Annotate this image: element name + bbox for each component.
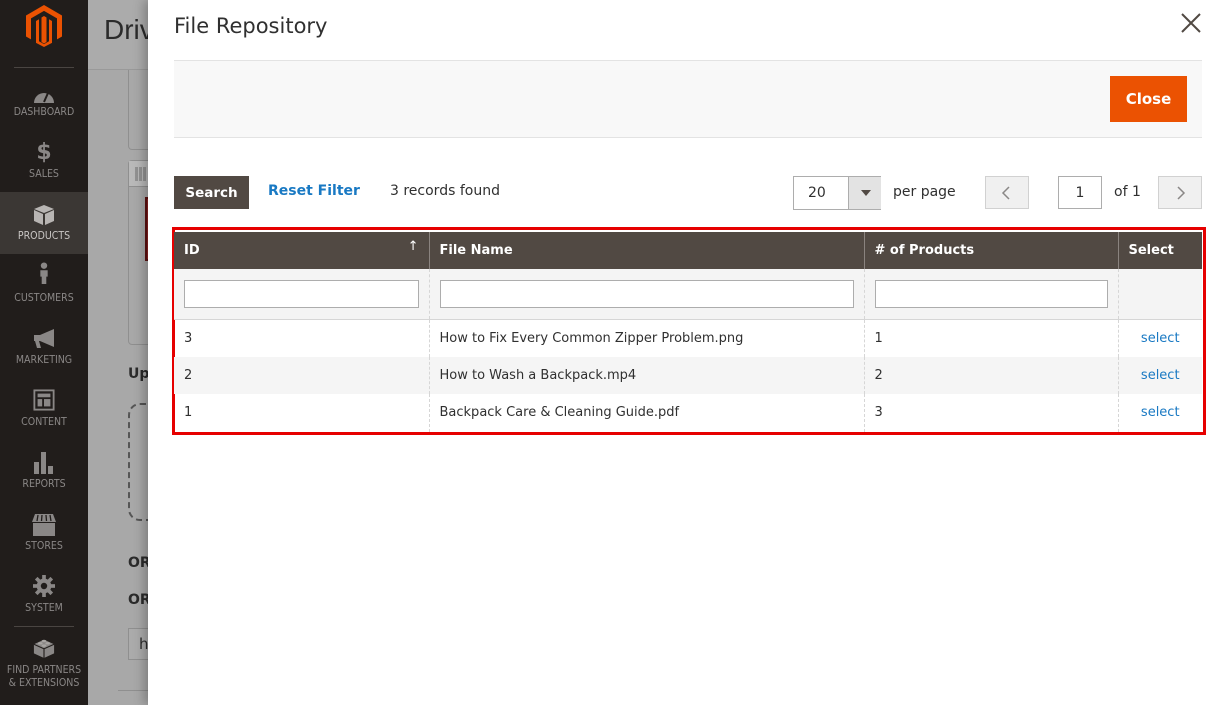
- sidebar-item-system[interactable]: SYSTEM: [0, 570, 88, 632]
- dashboard-gauge-icon: [34, 92, 54, 103]
- sidebar-item-reports[interactable]: REPORTS: [0, 446, 88, 508]
- grid-header-row: ID ↑ File Name # of Products Select: [174, 232, 1202, 269]
- sidebar-item-marketing[interactable]: MARKETING: [0, 322, 88, 384]
- per-page-select[interactable]: 20: [793, 176, 881, 210]
- products-filter-input[interactable]: [874, 279, 1108, 308]
- magento-logo[interactable]: [26, 5, 62, 47]
- sidebar-divider: [14, 626, 74, 627]
- sidebar-item-stores[interactable]: STORES: [0, 508, 88, 570]
- sidebar-item-label: DASHBOARD: [13, 106, 75, 118]
- file-name-filter-input[interactable]: [439, 279, 854, 308]
- close-icon[interactable]: [1178, 10, 1204, 36]
- column-header-products[interactable]: # of Products: [863, 232, 1118, 269]
- file-grid: ID ↑ File Name # of Products Select 3 How…: [174, 232, 1202, 432]
- select-link[interactable]: select: [1141, 405, 1180, 420]
- person-icon: [40, 262, 48, 284]
- cell-file-name: How to Wash a Backpack.mp4: [428, 356, 864, 394]
- sidebar-item-label: CONTENT: [21, 416, 67, 428]
- chevron-down-icon[interactable]: [848, 177, 881, 209]
- table-row[interactable]: 3 How to Fix Every Common Zipper Problem…: [174, 319, 1202, 357]
- select-link[interactable]: select: [1141, 368, 1180, 383]
- layout-icon: [33, 389, 55, 411]
- column-header-id[interactable]: ID ↑: [174, 232, 429, 269]
- chevron-right-icon: [1177, 186, 1186, 200]
- bar-chart-icon: [34, 452, 53, 474]
- megaphone-icon: [34, 329, 54, 348]
- modal-title: File Repository: [174, 14, 328, 38]
- file-repository-modal: File Repository Close Search Reset Filte…: [148, 0, 1208, 705]
- table-row[interactable]: 2 How to Wash a Backpack.mp4 2 select: [174, 356, 1202, 394]
- sidebar-item-label: MARKETING: [15, 354, 73, 366]
- lego-brick-icon: [33, 639, 55, 658]
- close-button[interactable]: Close: [1110, 76, 1187, 122]
- cell-products: 3: [863, 394, 1118, 432]
- sidebar-item-label: SALES: [29, 168, 59, 180]
- search-button[interactable]: Search: [174, 176, 249, 209]
- gear-icon: [33, 575, 55, 597]
- box-icon: [34, 205, 54, 225]
- reset-filter-link[interactable]: Reset Filter: [268, 183, 360, 199]
- sidebar-item-label: FIND PARTNERS: [6, 664, 82, 676]
- sort-ascending-icon: ↑: [407, 239, 419, 254]
- table-row[interactable]: 1 Backpack Care & Cleaning Guide.pdf 3 s…: [174, 394, 1202, 432]
- id-filter-input[interactable]: [184, 279, 419, 308]
- total-pages-label: of 1: [1114, 184, 1141, 200]
- cell-products: 1: [863, 319, 1118, 357]
- sidebar-item-content[interactable]: CONTENT: [0, 384, 88, 446]
- empty-filter-cell: [1117, 269, 1202, 320]
- sidebar-item-find-partners[interactable]: FIND PARTNERS & EXTENSIONS: [0, 634, 88, 705]
- sidebar-item-label: REPORTS: [22, 478, 66, 490]
- sidebar-item-products[interactable]: PRODUCTS: [0, 192, 88, 254]
- cell-file-name: Backpack Care & Cleaning Guide.pdf: [428, 394, 864, 432]
- cell-products: 2: [863, 356, 1118, 394]
- column-header-file-name[interactable]: File Name: [428, 232, 864, 269]
- records-found-count: 3 records found: [390, 183, 500, 199]
- next-page-button[interactable]: [1158, 176, 1202, 209]
- sidebar-item-label: STORES: [25, 540, 63, 552]
- storefront-icon: [32, 514, 56, 536]
- grid-icon: [135, 167, 147, 181]
- current-page-input[interactable]: [1058, 176, 1102, 209]
- sidebar-item-label: & EXTENSIONS: [8, 677, 80, 689]
- sidebar-item-dashboard[interactable]: DASHBOARD: [0, 80, 88, 142]
- background-upload-label: Up: [128, 366, 150, 382]
- cell-id: 2: [174, 356, 429, 394]
- select-link[interactable]: select: [1141, 331, 1180, 346]
- sidebar-item-label: PRODUCTS: [17, 230, 71, 242]
- logo-divider: [14, 67, 74, 68]
- admin-sidebar: DASHBOARD $ SALES PRODUCTS CUSTOMERS MAR…: [0, 0, 88, 705]
- chevron-left-icon: [1001, 186, 1010, 200]
- grid-filter-row: [174, 269, 1202, 320]
- column-header-select: Select: [1117, 232, 1202, 269]
- sidebar-item-customers[interactable]: CUSTOMERS: [0, 260, 88, 322]
- per-page-value: 20: [808, 185, 826, 201]
- cell-id: 3: [184, 330, 193, 346]
- modal-action-bar: Close: [174, 60, 1202, 138]
- per-page-label: per page: [893, 184, 956, 200]
- dollar-icon: $: [36, 140, 52, 165]
- sidebar-item-label: CUSTOMERS: [14, 292, 74, 304]
- sidebar-item-label: SYSTEM: [25, 602, 63, 614]
- previous-page-button[interactable]: [985, 176, 1029, 209]
- cell-id: 1: [184, 405, 193, 421]
- background-page-title: Driv: [104, 14, 154, 45]
- cell-file-name: How to Fix Every Common Zipper Problem.p…: [428, 319, 864, 357]
